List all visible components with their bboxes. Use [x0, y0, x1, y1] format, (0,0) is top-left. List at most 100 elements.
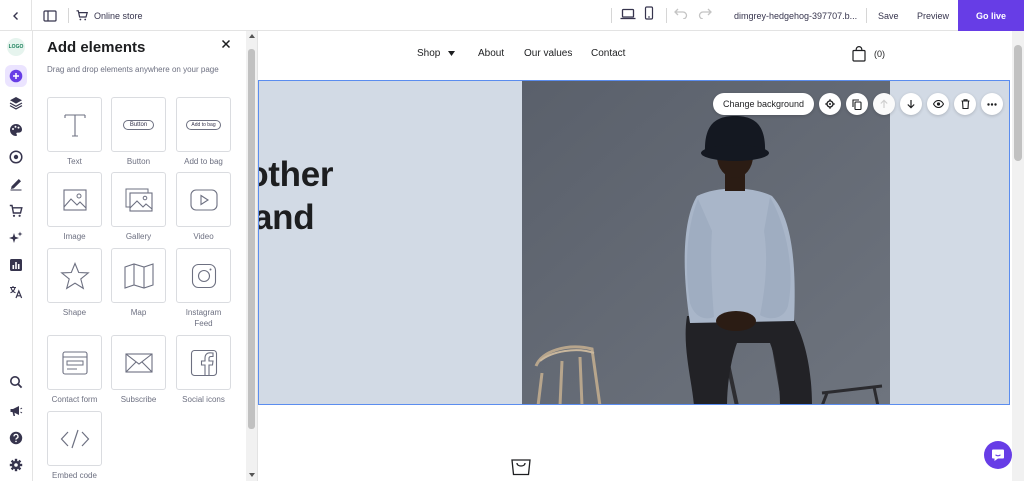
undo-button[interactable]	[674, 6, 688, 24]
search-button[interactable]	[5, 371, 27, 393]
hide-section-button[interactable]	[927, 93, 950, 115]
element-tile-map[interactable]: Map	[111, 248, 166, 318]
arrow-up-icon	[880, 99, 888, 108]
element-tile-text[interactable]: Text	[47, 97, 102, 167]
history-controls	[674, 6, 712, 24]
section-settings-button[interactable]	[819, 93, 842, 115]
ai-tools-button[interactable]	[5, 227, 27, 249]
nav-item-contact[interactable]: Contact	[591, 48, 625, 59]
scroll-thumb[interactable]	[248, 49, 255, 429]
tile-label: Social icons	[182, 395, 225, 404]
scroll-down-arrow[interactable]	[246, 470, 257, 480]
eye-icon	[932, 100, 944, 108]
edit-button[interactable]	[5, 173, 27, 195]
tile-preview: Button	[111, 97, 166, 152]
close-panel-button[interactable]	[219, 37, 233, 51]
settings-button[interactable]	[5, 454, 27, 476]
element-tile-embed-code[interactable]: Embed code	[47, 411, 102, 481]
more-options-button[interactable]	[981, 93, 1004, 115]
element-tile-video[interactable]: Video	[176, 172, 231, 242]
tile-label: Map	[130, 308, 147, 317]
site-logo-icon[interactable]: LOGO	[7, 38, 25, 56]
tile-label: Text	[67, 157, 82, 166]
star-icon	[59, 261, 90, 290]
desktop-view-button[interactable]	[620, 7, 636, 25]
tile-preview	[176, 248, 231, 303]
caret-up-icon	[248, 34, 255, 38]
tile-preview	[47, 411, 102, 466]
preview-button[interactable]: Preview	[910, 0, 956, 31]
domain-label[interactable]: dimgrey-hedgehog-397707.b...	[734, 0, 857, 31]
redo-icon	[698, 8, 712, 20]
tile-label: Shape	[62, 308, 87, 317]
panel-subtitle: Drag and drop elements anywhere on your …	[47, 65, 219, 74]
add-elements-button[interactable]	[5, 65, 27, 87]
element-tile-social-icons[interactable]: Social icons	[176, 335, 231, 405]
duplicate-section-button[interactable]	[846, 93, 869, 115]
nav-item-shop[interactable]: Shop	[417, 48, 456, 59]
tile-preview: Add to bag	[176, 97, 231, 152]
colors-button[interactable]	[5, 146, 27, 168]
sections-button[interactable]	[5, 92, 27, 114]
button-icon: Button	[122, 119, 155, 130]
hero-image[interactable]	[522, 81, 890, 404]
change-background-button[interactable]: Change background	[713, 93, 815, 115]
back-button[interactable]	[0, 0, 32, 31]
announcements-button[interactable]	[5, 400, 27, 422]
element-tile-image[interactable]: Image	[47, 172, 102, 242]
tile-preview	[111, 335, 166, 390]
delete-section-button[interactable]	[954, 93, 977, 115]
nav-item-about[interactable]: About	[478, 48, 504, 59]
styles-button[interactable]	[5, 119, 27, 141]
tile-preview	[47, 335, 102, 390]
help-button[interactable]	[5, 427, 27, 449]
text-icon	[63, 113, 86, 137]
redo-button[interactable]	[698, 6, 712, 24]
megaphone-icon	[10, 406, 23, 416]
trash-icon	[961, 99, 970, 109]
chart-icon	[10, 259, 22, 271]
translate-button[interactable]	[5, 281, 27, 303]
section-bag-graphic	[510, 454, 532, 481]
move-up-button[interactable]	[873, 93, 896, 115]
gear-icon	[825, 99, 835, 109]
element-tile-contact-form[interactable]: Contact form	[47, 335, 102, 405]
toggle-sidebar-button[interactable]	[38, 7, 62, 25]
cart-button[interactable]: (0)	[852, 46, 885, 62]
laptop-icon	[620, 8, 636, 19]
canvas-scrollbar[interactable]	[1012, 31, 1024, 481]
nav-item-our-values[interactable]: Our values	[524, 48, 572, 59]
save-button[interactable]: Save	[870, 0, 907, 31]
element-tile-subscribe[interactable]: Subscribe	[111, 335, 166, 405]
element-tile-add-to-bag[interactable]: Add to bag Add to bag	[176, 97, 231, 167]
hero-section[interactable]: st another ng brand en	[258, 80, 1010, 405]
element-tile-instagram-feed[interactable]: Instagram Feed	[176, 248, 231, 329]
panel-scrollbar[interactable]	[246, 31, 257, 481]
scroll-up-arrow[interactable]	[246, 31, 257, 41]
tile-preview	[47, 97, 102, 152]
tile-preview	[47, 248, 102, 303]
cart-icon	[76, 10, 88, 21]
go-live-button[interactable]: Go live	[958, 0, 1024, 31]
sparkle-icon	[9, 231, 23, 243]
hero-heading[interactable]: st another ng brand en	[259, 153, 334, 282]
online-store-button[interactable]: Online store	[76, 0, 143, 31]
store-button[interactable]	[5, 200, 27, 222]
add-elements-panel: Add elements Drag and drop elements anyw…	[33, 31, 258, 481]
tile-label: Image	[63, 232, 86, 241]
add-to-bag-icon: Add to bag	[186, 119, 221, 130]
device-switcher	[620, 6, 654, 25]
chat-button[interactable]	[984, 441, 1012, 469]
hero-heading-line: en	[259, 239, 333, 282]
mobile-view-button[interactable]	[644, 6, 654, 25]
chevron-left-icon	[12, 11, 18, 20]
scroll-thumb[interactable]	[1014, 45, 1022, 161]
element-tile-shape[interactable]: Shape	[47, 248, 102, 318]
tile-label: Subscribe	[120, 395, 157, 404]
element-tile-gallery[interactable]: Gallery	[111, 172, 166, 242]
move-down-button[interactable]	[900, 93, 923, 115]
shopping-bag-icon	[511, 459, 531, 476]
element-tile-button[interactable]: Button Button	[111, 97, 166, 167]
tile-preview	[176, 172, 231, 227]
analytics-button[interactable]	[5, 254, 27, 276]
